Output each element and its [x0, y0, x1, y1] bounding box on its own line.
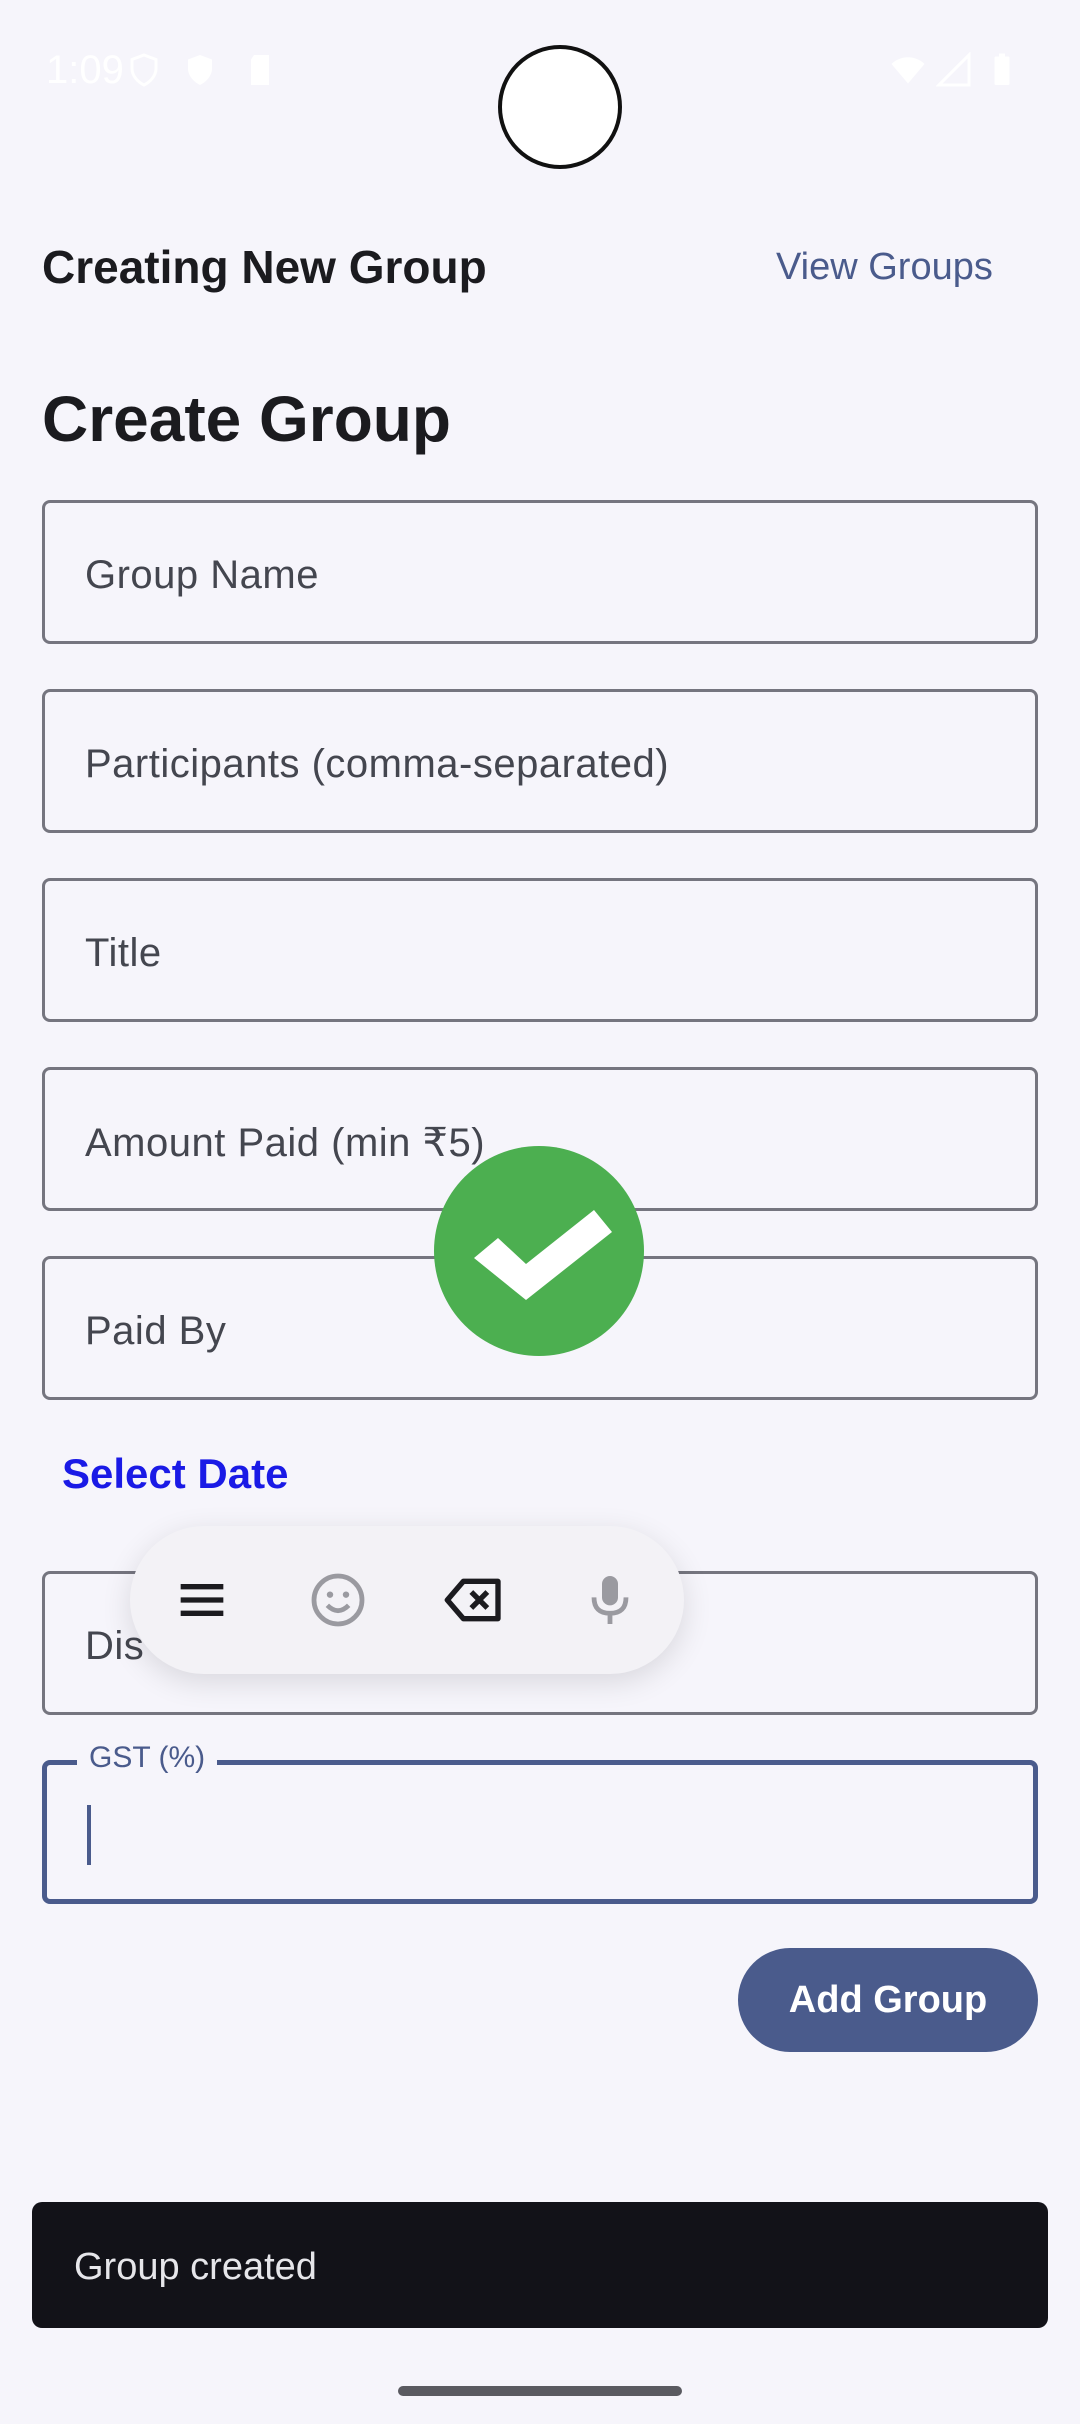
- keyboard-toolbar: [130, 1526, 684, 1674]
- view-groups-button[interactable]: View Groups: [776, 246, 993, 289]
- play-protect-icon: [182, 52, 218, 88]
- paid-by-placeholder: Paid By: [85, 1309, 227, 1353]
- add-group-button[interactable]: Add Group: [738, 1948, 1038, 2052]
- title-field[interactable]: Title: [42, 878, 1038, 1022]
- shield-icon: [126, 52, 162, 88]
- snackbar-message: Group created: [74, 2246, 317, 2288]
- front-camera-cutout: [498, 45, 622, 169]
- snackbar: Group created: [32, 2202, 1048, 2328]
- app-bar-title: Creating New Group: [42, 241, 487, 293]
- title-placeholder: Title: [85, 931, 162, 975]
- group-name-placeholder: Group Name: [85, 553, 319, 597]
- sim-icon: [242, 52, 278, 88]
- signal-icon: [935, 51, 972, 88]
- success-check-icon: [434, 1146, 644, 1356]
- emoji-icon[interactable]: [306, 1568, 370, 1632]
- gst-label: GST (%): [77, 1741, 218, 1775]
- participants-placeholder: Participants (comma-separated): [85, 742, 670, 786]
- backspace-icon[interactable]: [442, 1568, 506, 1632]
- app-screen: 1:09 Creating New Group View Groups Crea…: [0, 0, 1080, 2424]
- select-date-button[interactable]: Select Date: [62, 1450, 288, 1498]
- wifi-icon: [890, 52, 926, 88]
- amount-paid-placeholder: Amount Paid (min ₹5): [85, 1121, 486, 1165]
- status-time: 1:09: [46, 48, 124, 92]
- gst-field[interactable]: GST (%): [42, 1741, 1038, 1904]
- text-cursor: [87, 1805, 91, 1865]
- home-indicator[interactable]: [398, 2386, 682, 2396]
- participants-field[interactable]: Participants (comma-separated): [42, 689, 1038, 833]
- battery-icon: [984, 52, 1020, 88]
- description-placeholder: Dis: [85, 1624, 145, 1668]
- menu-icon[interactable]: [170, 1568, 234, 1632]
- form-title: Create Group: [42, 383, 451, 455]
- group-name-field[interactable]: Group Name: [42, 500, 1038, 644]
- microphone-icon[interactable]: [578, 1568, 642, 1632]
